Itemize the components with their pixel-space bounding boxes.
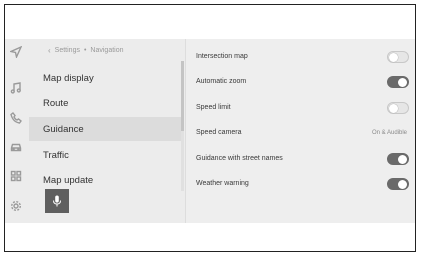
breadcrumb-parent[interactable]: Settings [55, 47, 80, 54]
menu-item-label: Traffic [43, 149, 69, 161]
setting-label: Weather warning [196, 180, 249, 187]
gear-icon[interactable] [9, 199, 23, 213]
menu-item-label: Map update [43, 174, 94, 186]
weather-warning-toggle[interactable] [387, 177, 409, 190]
speed-limit-toggle[interactable] [387, 101, 409, 114]
setting-row-speed-limit[interactable]: Speed limit [186, 95, 415, 120]
setting-row-guidance-street-names[interactable]: Guidance with street names [186, 146, 415, 171]
menu-item-traffic[interactable]: Traffic [29, 143, 181, 167]
guidance-street-names-toggle[interactable] [387, 152, 409, 165]
menu-item-label: Map display [43, 72, 94, 84]
menu-item-label: Route [43, 97, 69, 109]
icon-rail [5, 39, 29, 223]
navigation-arrow-icon[interactable] [9, 45, 23, 59]
breadcrumb-separator: • [83, 47, 87, 54]
menu-item-guidance[interactable]: Guidance [29, 117, 181, 141]
setting-label: Speed camera [196, 129, 242, 136]
setting-label: Speed limit [196, 104, 231, 111]
navigation-menu: ‹ Settings • Navigation Map display Rout… [29, 39, 184, 223]
speed-camera-value: On & Audible [371, 129, 407, 136]
menu-item-label: Guidance [43, 123, 84, 135]
setting-row-weather-warning[interactable]: Weather warning [186, 171, 415, 196]
setting-label: Guidance with street names [196, 155, 283, 162]
car-icon[interactable] [9, 140, 23, 154]
breadcrumb-current: Navigation [90, 47, 124, 54]
automatic-zoom-toggle[interactable] [387, 75, 409, 88]
menu-scrollbar[interactable] [181, 61, 184, 191]
voice-command-button[interactable] [45, 189, 69, 213]
display-frame: ‹ Settings • Navigation Map display Rout… [4, 4, 416, 252]
chevron-left-icon[interactable]: ‹ [48, 46, 51, 55]
menu-item-map-display[interactable]: Map display [29, 66, 181, 90]
toggle-knob [389, 103, 398, 113]
music-note-icon[interactable] [9, 81, 23, 95]
menu-item-route[interactable]: Route [29, 91, 181, 115]
navigation-settings-screen: ‹ Settings • Navigation Map display Rout… [5, 39, 415, 223]
setting-row-automatic-zoom[interactable]: Automatic zoom [186, 69, 415, 94]
setting-label: Intersection map [196, 53, 248, 60]
setting-label: Automatic zoom [196, 78, 247, 85]
microphone-icon [53, 195, 61, 207]
phone-icon[interactable] [9, 111, 23, 125]
toggle-knob [398, 179, 407, 189]
guidance-settings-list: Intersection map Automatic zoom Speed li… [186, 39, 415, 223]
intersection-map-toggle[interactable] [387, 50, 409, 63]
apps-grid-icon[interactable] [9, 169, 23, 183]
toggle-knob [398, 77, 407, 87]
breadcrumb: ‹ Settings • Navigation [48, 46, 124, 55]
setting-row-speed-camera[interactable]: Speed camera On & Audible [186, 120, 415, 145]
setting-row-intersection-map[interactable]: Intersection map [186, 44, 415, 69]
scrollbar-thumb[interactable] [181, 61, 184, 131]
toggle-knob [389, 52, 398, 62]
toggle-knob [398, 154, 407, 164]
